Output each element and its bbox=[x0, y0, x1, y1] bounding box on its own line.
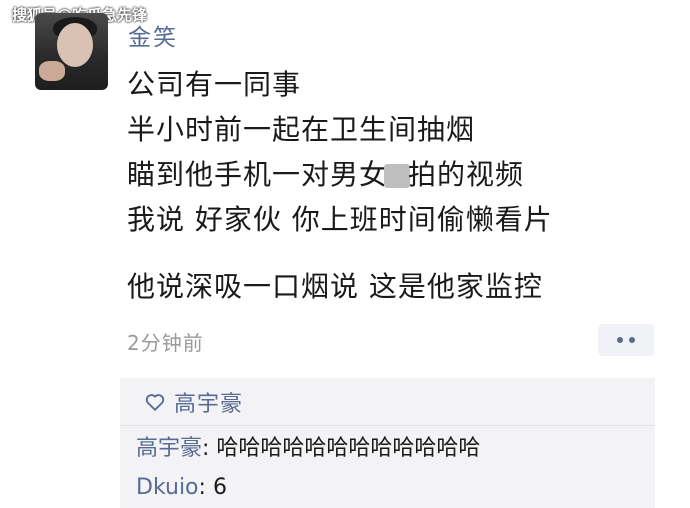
avatar-hand bbox=[39, 61, 65, 81]
commenter-name[interactable]: 高宇豪 bbox=[136, 436, 202, 461]
post-line: 公司有一同事 bbox=[127, 68, 302, 101]
post-author-name[interactable]: 金笑 bbox=[128, 18, 178, 52]
avatar-face bbox=[57, 23, 93, 67]
avatar[interactable] bbox=[35, 13, 108, 90]
heart-outline-icon bbox=[145, 394, 165, 411]
post-line: 半小时前一起在卫生间抽烟 bbox=[127, 113, 476, 146]
post-line: 他说深吸一口烟说 这是他家监控 bbox=[127, 270, 543, 303]
comment-item[interactable]: 高宇豪: 哈哈哈哈哈哈哈哈哈哈哈哈 bbox=[136, 430, 480, 462]
likes-row: 高宇豪 bbox=[144, 386, 243, 418]
post-timestamp: 2分钟前 bbox=[127, 331, 204, 355]
blurred-text bbox=[384, 164, 411, 188]
divider bbox=[120, 425, 655, 426]
post-line: 瞄到他手机一对男女 拍的视频 bbox=[127, 158, 525, 191]
more-actions-button[interactable] bbox=[598, 324, 654, 356]
commenter-name[interactable]: Dkuio bbox=[136, 475, 199, 500]
comment-item[interactable]: Dkuio: 6 bbox=[136, 475, 227, 500]
more-dots-icon bbox=[617, 337, 623, 343]
comment-section: 高宇豪 高宇豪: 哈哈哈哈哈哈哈哈哈哈哈哈 Dkuio: 6 bbox=[120, 378, 655, 508]
comment-text: 6 bbox=[212, 475, 227, 500]
liker-name[interactable]: 高宇豪 bbox=[174, 386, 243, 418]
comment-text: 哈哈哈哈哈哈哈哈哈哈哈哈 bbox=[216, 436, 481, 461]
post-content: 公司有一同事 半小时前一起在卫生间抽烟 瞄到他手机一对男女 拍的视频 我说 好家伙… bbox=[127, 62, 553, 309]
post-line: 我说 好家伙 你上班时间偷懒看片 bbox=[127, 203, 553, 236]
